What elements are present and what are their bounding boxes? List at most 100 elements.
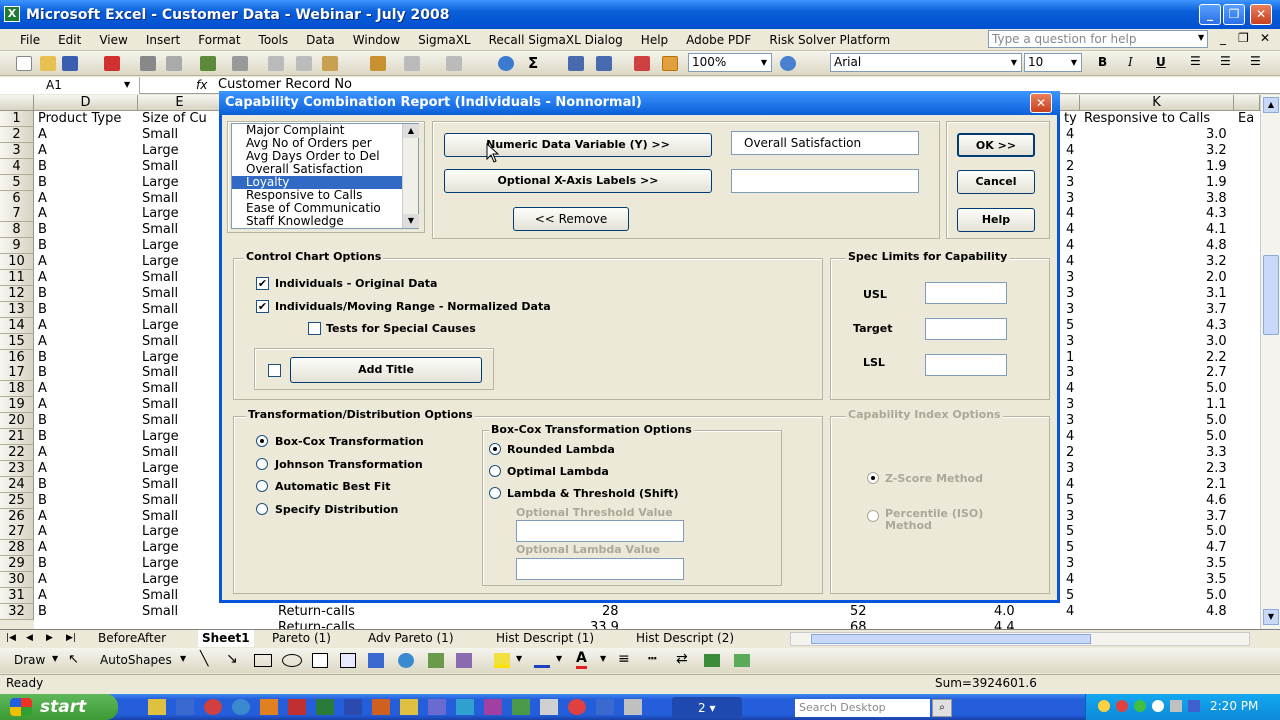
tab-pareto-1[interactable]: Pareto (1) bbox=[272, 630, 331, 647]
cell-product-type[interactable]: B bbox=[38, 302, 47, 317]
fill-color-icon[interactable] bbox=[494, 653, 510, 668]
cell-loyalty[interactable]: 3 bbox=[1066, 413, 1074, 428]
cell-loyalty[interactable]: 4 bbox=[1066, 222, 1074, 237]
quicklaunch-word-icon[interactable] bbox=[344, 699, 362, 715]
z-score-radio[interactable] bbox=[867, 472, 879, 484]
oval-icon[interactable] bbox=[282, 654, 302, 667]
quicklaunch-pdf-icon[interactable] bbox=[288, 699, 306, 715]
search-go-icon[interactable]: ⌕ bbox=[932, 699, 952, 717]
quicklaunch-firefox-icon[interactable] bbox=[260, 699, 278, 715]
cell-f32[interactable]: Return-calls bbox=[278, 604, 355, 619]
target-input[interactable] bbox=[925, 318, 1007, 340]
column-header-j[interactable] bbox=[1060, 95, 1080, 111]
cell-responsive[interactable]: 3.2 bbox=[1206, 143, 1227, 158]
quicklaunch-excel-icon[interactable] bbox=[316, 699, 334, 715]
quicklaunch-app-icon[interactable] bbox=[484, 699, 502, 715]
cell-responsive[interactable]: 1.9 bbox=[1206, 175, 1227, 190]
row-header[interactable]: 12 bbox=[0, 286, 34, 302]
cell-loyalty[interactable]: 2 bbox=[1066, 445, 1074, 460]
row-header[interactable]: 32 bbox=[0, 604, 34, 620]
percentile-radio[interactable] bbox=[867, 510, 879, 522]
menu-risk-solver[interactable]: Risk Solver Platform bbox=[760, 33, 899, 47]
tab-adv-pareto-1[interactable]: Adv Pareto (1) bbox=[368, 630, 454, 647]
cell-size[interactable]: Large bbox=[142, 350, 179, 365]
individuals-moving-range-checkbox[interactable]: ✔ bbox=[256, 300, 269, 313]
cell-size[interactable]: Small bbox=[142, 588, 178, 603]
rounded-lambda-radio[interactable] bbox=[489, 443, 501, 455]
quicklaunch-folder-icon[interactable] bbox=[148, 699, 166, 715]
align-center-icon[interactable]: ☰ bbox=[1220, 54, 1231, 68]
lambda-value-input[interactable] bbox=[516, 558, 684, 580]
align-right-icon[interactable]: ☰ bbox=[1250, 54, 1261, 68]
cell-loyalty[interactable]: 5 bbox=[1066, 493, 1074, 508]
box-cox-radio[interactable] bbox=[256, 435, 268, 447]
cell-size[interactable]: Small bbox=[142, 302, 178, 317]
print-preview-icon[interactable] bbox=[166, 56, 182, 71]
list-scroll-up-icon[interactable]: ▲ bbox=[403, 124, 419, 138]
copy-icon[interactable] bbox=[296, 56, 312, 71]
automatic-best-fit-radio[interactable] bbox=[256, 480, 268, 492]
sort-ascending-icon[interactable] bbox=[568, 56, 584, 71]
open-icon[interactable] bbox=[40, 56, 56, 71]
picture-icon[interactable] bbox=[428, 653, 444, 668]
text-box-icon[interactable] bbox=[312, 653, 328, 668]
cell-loyalty[interactable]: 3 bbox=[1066, 461, 1074, 476]
lambda-threshold-radio[interactable] bbox=[489, 487, 501, 499]
undo-icon[interactable] bbox=[404, 56, 420, 71]
cell-g32[interactable]: 28 bbox=[602, 604, 619, 619]
cell-loyalty[interactable]: 3 bbox=[1066, 365, 1074, 380]
cell-responsive[interactable]: 2.3 bbox=[1206, 461, 1227, 476]
cell-loyalty[interactable]: 4 bbox=[1066, 477, 1074, 492]
cell-product-type[interactable]: A bbox=[38, 318, 47, 333]
cell-k1[interactable]: Responsive to Calls bbox=[1084, 111, 1210, 126]
row-header[interactable]: 29 bbox=[0, 556, 34, 572]
row-header[interactable]: 27 bbox=[0, 524, 34, 540]
cell-product-type[interactable]: A bbox=[38, 445, 47, 460]
cell-e1[interactable]: Size of Cu bbox=[142, 111, 207, 126]
menu-edit[interactable]: Edit bbox=[49, 33, 90, 47]
wordart-icon[interactable] bbox=[340, 653, 356, 668]
fx-icon[interactable]: fx bbox=[196, 78, 207, 92]
vertical-scrollbar[interactable]: ▲ ▼ bbox=[1260, 95, 1280, 629]
cell-loyalty[interactable]: 3 bbox=[1066, 175, 1074, 190]
cell-loyalty[interactable]: 5 bbox=[1066, 540, 1074, 555]
remove-button[interactable]: << Remove bbox=[513, 207, 629, 231]
cell-responsive[interactable]: 3.7 bbox=[1206, 509, 1227, 524]
cell-product-type[interactable]: B bbox=[38, 493, 47, 508]
line-icon[interactable]: ╲ bbox=[200, 651, 208, 667]
cell-responsive[interactable]: 5.0 bbox=[1206, 413, 1227, 428]
cell-size[interactable]: Large bbox=[142, 429, 179, 444]
row-header-1[interactable]: 1 bbox=[0, 111, 34, 127]
tab-last-icon[interactable]: ▶| bbox=[66, 630, 76, 647]
optimal-lambda-radio[interactable] bbox=[489, 465, 501, 477]
scroll-down-icon[interactable]: ▼ bbox=[1263, 609, 1279, 625]
tray-icon-3[interactable] bbox=[1134, 700, 1146, 712]
row-header[interactable]: 14 bbox=[0, 318, 34, 334]
cell-size[interactable]: Large bbox=[142, 572, 179, 587]
menu-data[interactable]: Data bbox=[297, 33, 344, 47]
row-header[interactable]: 10 bbox=[0, 254, 34, 270]
individuals-original-checkbox[interactable]: ✔ bbox=[256, 277, 269, 290]
cell-product-type[interactable]: A bbox=[38, 540, 47, 555]
draw-dropdown-icon[interactable]: ▼ bbox=[52, 654, 58, 663]
menu-insert[interactable]: Insert bbox=[137, 33, 189, 47]
row-header[interactable]: 17 bbox=[0, 365, 34, 381]
row-header[interactable]: 5 bbox=[0, 175, 34, 191]
cell-size[interactable]: Large bbox=[142, 254, 179, 269]
help-button[interactable]: Help bbox=[957, 208, 1035, 232]
row-header[interactable]: 28 bbox=[0, 540, 34, 556]
cell-product-type[interactable]: A bbox=[38, 270, 47, 285]
doc-restore-icon[interactable]: ❐ bbox=[1238, 31, 1249, 45]
cell-size[interactable]: Large bbox=[142, 143, 179, 158]
cell-loyalty[interactable]: 1 bbox=[1066, 350, 1074, 365]
horizontal-scroll-thumb[interactable] bbox=[811, 634, 1091, 644]
pdf-icon[interactable] bbox=[104, 56, 120, 71]
help-icon[interactable] bbox=[780, 56, 796, 71]
x-axis-labels-field[interactable] bbox=[731, 169, 919, 193]
font-color-dropdown-icon[interactable]: ▼ bbox=[600, 654, 606, 663]
cell-product-type[interactable]: B bbox=[38, 159, 47, 174]
horizontal-scrollbar[interactable] bbox=[790, 632, 1250, 646]
cell-responsive[interactable]: 1.9 bbox=[1206, 159, 1227, 174]
tray-icon-1[interactable] bbox=[1098, 700, 1110, 712]
cell-size[interactable]: Small bbox=[142, 365, 178, 380]
